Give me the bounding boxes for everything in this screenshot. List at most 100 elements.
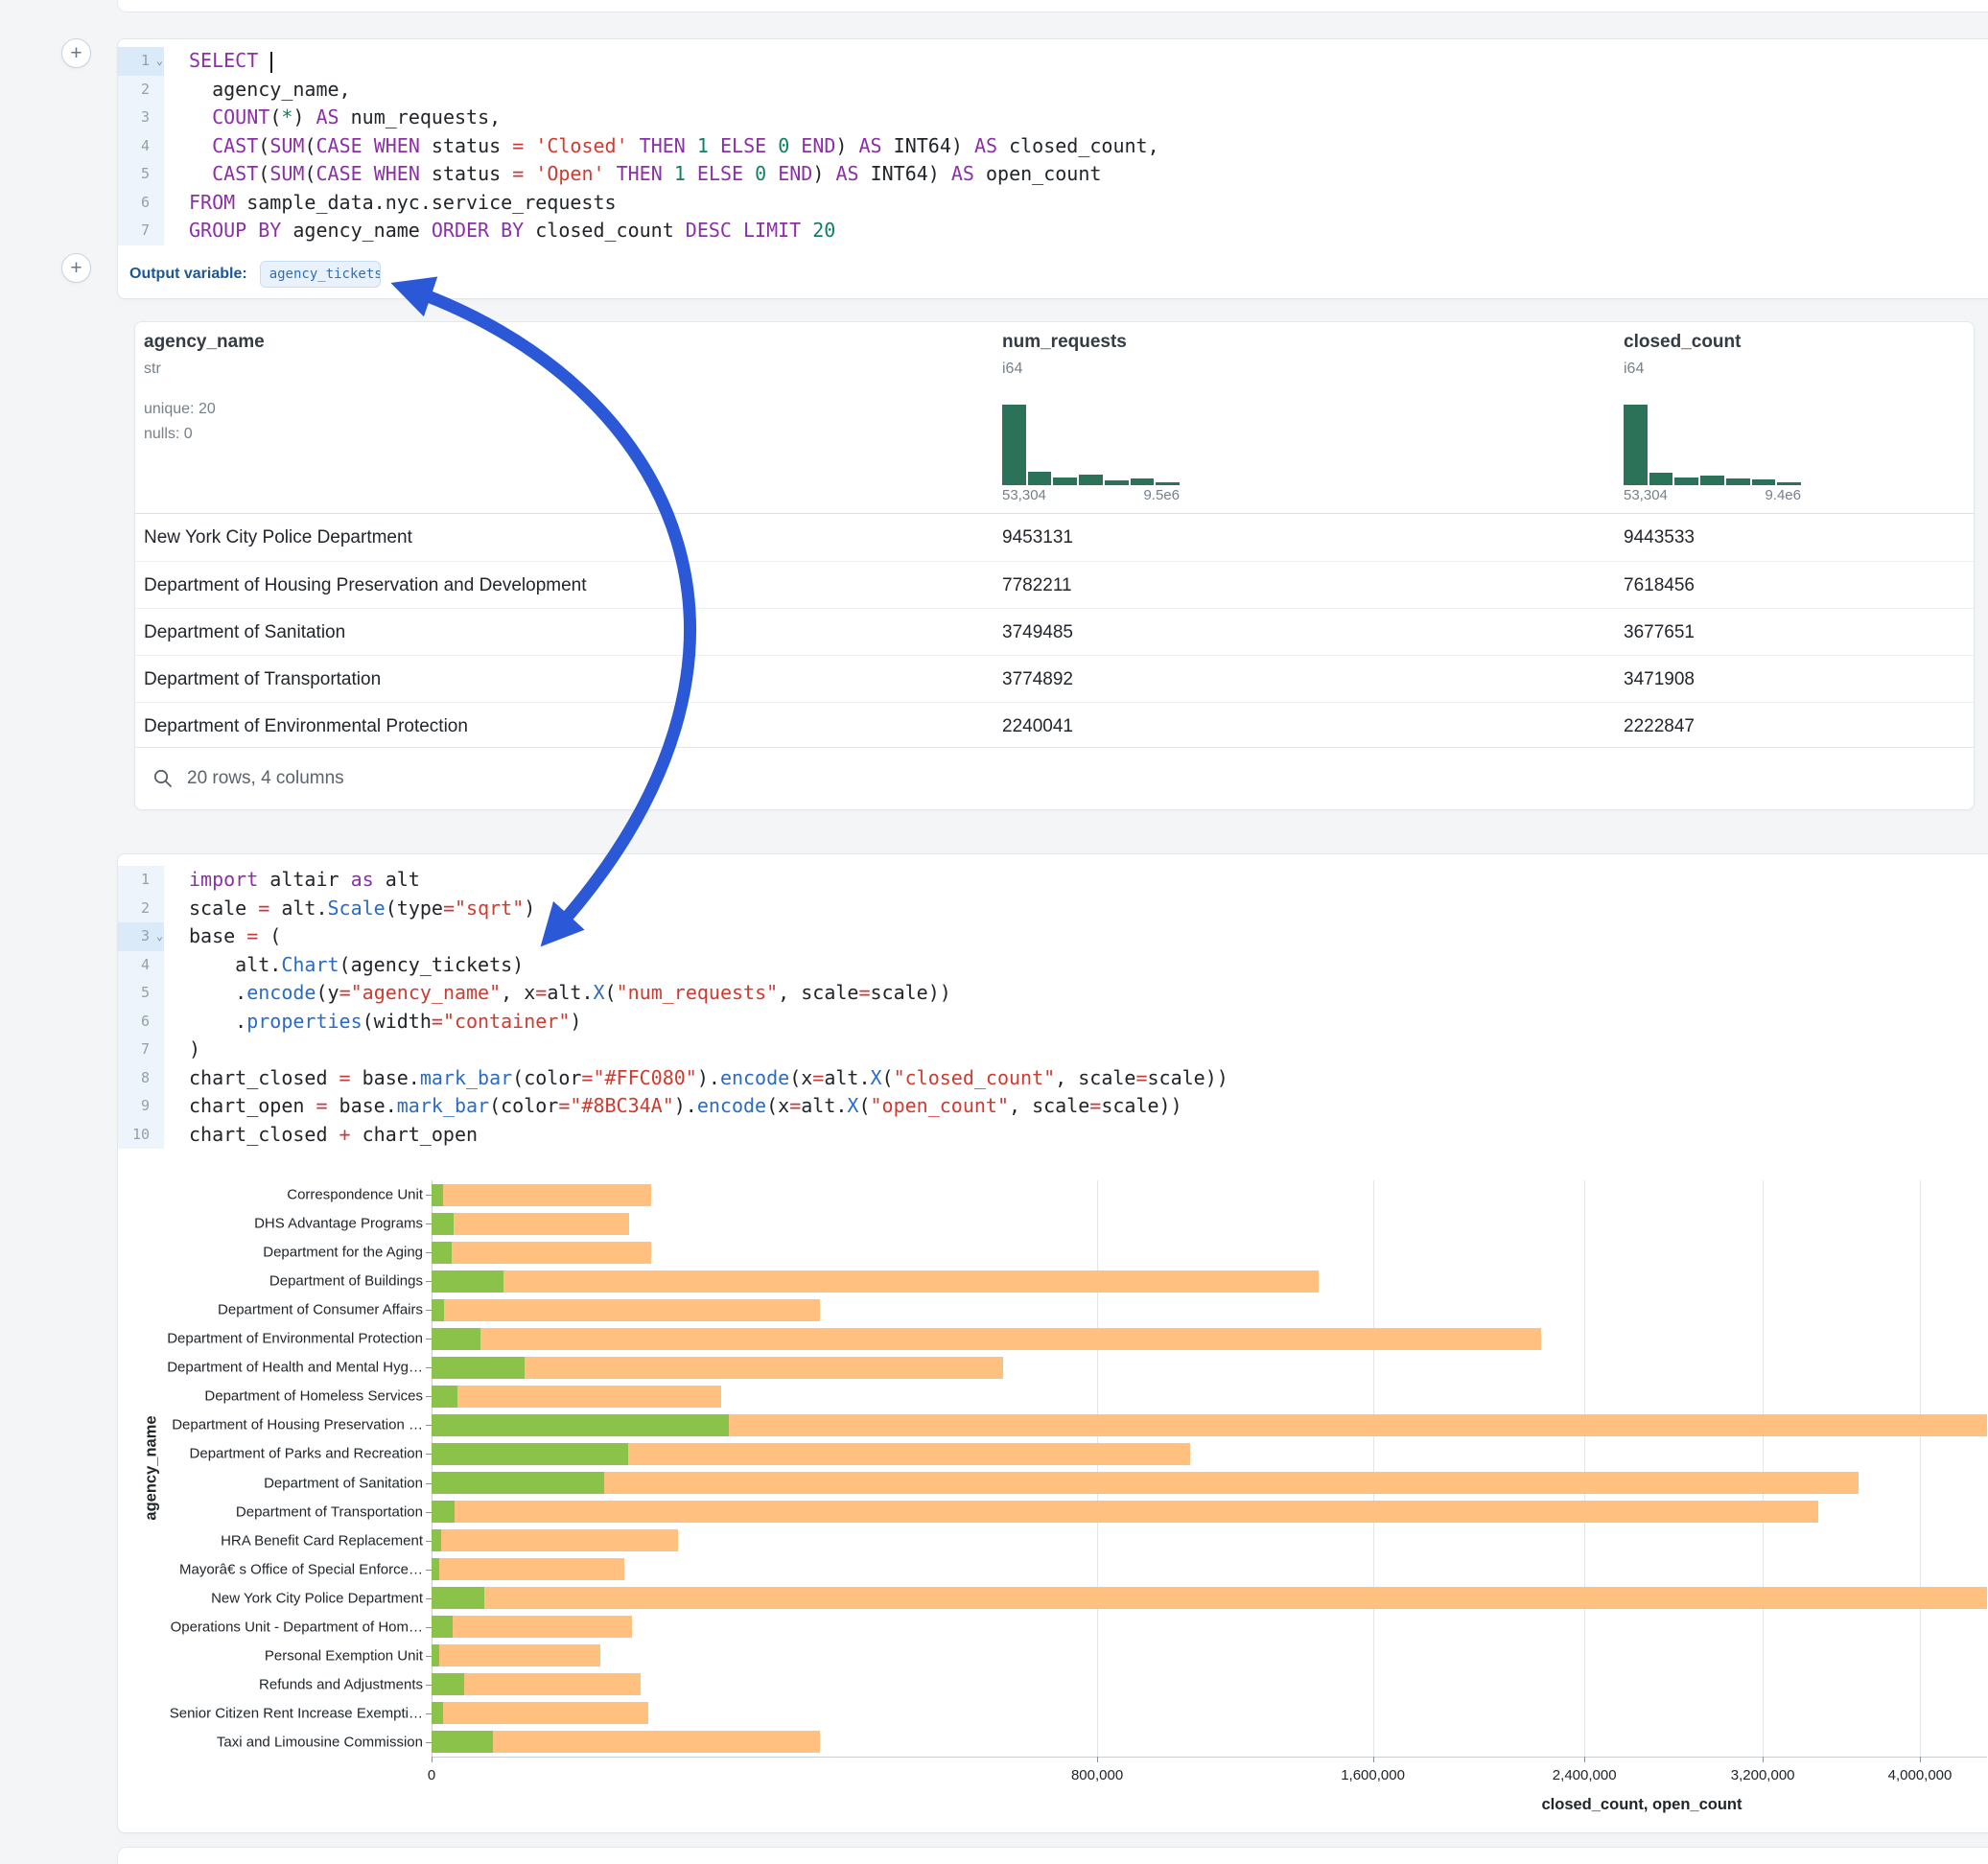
table-cell: 3749485	[1002, 609, 1073, 656]
output-variable-row: Output variable: agency_tickets	[129, 257, 1988, 291]
collapse-chevron-icon[interactable]: ⌄	[156, 922, 163, 951]
histogram-bar	[1002, 405, 1026, 485]
table-row[interactable]: Department of Transportation377489234719…	[135, 655, 1974, 702]
histogram-bar	[1674, 478, 1698, 485]
hist-min: 53,304	[1002, 487, 1046, 503]
bar-closed_count	[432, 1386, 721, 1408]
column-header[interactable]: agency_name	[144, 332, 265, 353]
code-line: 7)	[118, 1036, 1988, 1064]
bar-closed_count	[432, 1270, 1319, 1293]
chart-gridline	[1373, 1180, 1374, 1757]
table-cell: 7618456	[1624, 562, 1695, 609]
code-text: .encode(y="agency_name", x=alt.X("num_re…	[164, 979, 951, 1008]
bar-closed_count	[432, 1529, 678, 1551]
x-axis-tick-label: 0	[428, 1767, 435, 1783]
next-cell-edge	[117, 1847, 1988, 1864]
histogram-bar	[1105, 480, 1129, 485]
code-line: 5 CAST(SUM(CASE WHEN status = 'Open' THE…	[118, 160, 1988, 189]
table-cell: 7782211	[1002, 562, 1072, 609]
add-cell-button-middle[interactable]: +	[61, 253, 91, 283]
code-line: 2scale = alt.Scale(type="sqrt")	[118, 895, 1988, 923]
y-axis-tick	[426, 1713, 432, 1714]
code-line: 4 alt.Chart(agency_tickets)	[118, 951, 1988, 980]
bar-open_count	[432, 1673, 464, 1695]
code-text: COUNT(*) AS num_requests,	[164, 104, 501, 132]
y-axis-tick	[426, 1195, 432, 1196]
line-number: 4	[118, 132, 164, 161]
y-axis-tick	[426, 1742, 432, 1743]
code-text: SELECT	[164, 47, 272, 76]
y-axis-tick	[426, 1541, 432, 1542]
bar-open_count	[432, 1472, 604, 1494]
text-caret	[270, 52, 272, 73]
bar-closed_count	[432, 1501, 1818, 1523]
y-axis-tick-label: Personal Exemption Unit	[118, 1647, 423, 1664]
histogram-bar	[1079, 475, 1103, 485]
code-text: import altair as alt	[164, 866, 420, 895]
table-row[interactable]: New York City Police Department945313194…	[135, 514, 1974, 561]
sql-cell: 1⌄SELECT 2 agency_name,3 COUNT(*) AS num…	[117, 38, 1988, 299]
table-cell: 3774892	[1002, 656, 1073, 703]
collapse-chevron-icon[interactable]: ⌄	[156, 47, 163, 76]
y-axis-tick-label: Department of Parks and Recreation	[118, 1446, 423, 1462]
code-text: CAST(SUM(CASE WHEN status = 'Closed' THE…	[164, 132, 1159, 161]
line-number: 1⌄	[118, 47, 164, 76]
code-text: )	[164, 1036, 200, 1064]
table-body: New York City Police Department945313194…	[135, 514, 1974, 749]
histogram-bar	[1726, 478, 1750, 485]
y-axis-tick-label: Department of Housing Preservation …	[118, 1417, 423, 1433]
code-line: 10chart_closed + chart_open	[118, 1121, 1988, 1150]
y-axis-tick-label: Department for the Aging	[118, 1245, 423, 1261]
chart-gridline	[1920, 1180, 1921, 1757]
y-axis-tick-label: Refunds and Adjustments	[118, 1676, 423, 1692]
table-cell: 3471908	[1624, 656, 1695, 703]
histogram-range: 53,304 9.5e6	[1002, 487, 1180, 503]
bar-open_count	[432, 1270, 503, 1293]
row-count-summary: 20 rows, 4 columns	[187, 768, 344, 789]
add-cell-button-top[interactable]: +	[61, 38, 91, 68]
bar-open_count	[432, 1702, 443, 1724]
bar-open_count	[432, 1242, 452, 1264]
table-cell: Department of Environmental Protection	[144, 703, 468, 750]
line-number: 8	[118, 1064, 164, 1093]
y-axis-tick-label: Department of Environmental Protection	[118, 1331, 423, 1347]
code-text: base = (	[164, 922, 281, 951]
notebook-page: + + 1⌄SELECT 2 agency_name,3 COUNT(*) AS…	[0, 0, 1988, 1864]
python-editor[interactable]: 1import altair as alt2scale = alt.Scale(…	[118, 866, 1988, 1149]
y-axis-tick	[426, 1656, 432, 1657]
code-line: 9chart_open = base.mark_bar(color="#8BC3…	[118, 1092, 1988, 1121]
histogram-bar	[1649, 473, 1673, 485]
code-line: 6FROM sample_data.nyc.service_requests	[118, 189, 1988, 218]
code-text: .properties(width="container")	[164, 1008, 581, 1037]
x-axis-tick	[1584, 1757, 1585, 1762]
search-icon[interactable]	[152, 768, 174, 789]
y-axis-tick-label: DHS Advantage Programs	[118, 1216, 423, 1232]
line-number: 6	[118, 1008, 164, 1037]
column-header[interactable]: closed_count	[1624, 332, 1741, 353]
line-number: 2	[118, 895, 164, 923]
line-number: 5	[118, 160, 164, 189]
histogram-bar	[1028, 472, 1052, 485]
column-header[interactable]: num_requests	[1002, 332, 1127, 353]
y-axis-tick	[426, 1252, 432, 1253]
y-axis-tick	[426, 1281, 432, 1282]
code-line: 4 CAST(SUM(CASE WHEN status = 'Closed' T…	[118, 132, 1988, 161]
table-row[interactable]: Department of Housing Preservation and D…	[135, 561, 1974, 608]
hist-max: 9.5e6	[1143, 487, 1180, 503]
table-row[interactable]: Department of Sanitation37494853677651	[135, 608, 1974, 655]
bar-open_count	[432, 1184, 443, 1206]
line-number: 7	[118, 1036, 164, 1064]
histogram-bar	[1752, 479, 1776, 485]
bar-open_count	[432, 1328, 480, 1350]
code-line: 3⌄base = (	[118, 922, 1988, 951]
table-row[interactable]: Department of Environmental Protection22…	[135, 702, 1974, 749]
x-axis-title: closed_count, open_count	[1541, 1796, 1742, 1814]
code-text: alt.Chart(agency_tickets)	[164, 951, 524, 980]
y-axis-tick	[426, 1310, 432, 1311]
histogram-bar	[1053, 478, 1077, 485]
histogram-bar	[1131, 478, 1155, 485]
output-variable-badge[interactable]: agency_tickets	[260, 261, 381, 288]
sql-editor[interactable]: 1⌄SELECT 2 agency_name,3 COUNT(*) AS num…	[118, 47, 1988, 245]
bar-open_count	[432, 1213, 454, 1235]
bar-open_count	[432, 1299, 444, 1321]
